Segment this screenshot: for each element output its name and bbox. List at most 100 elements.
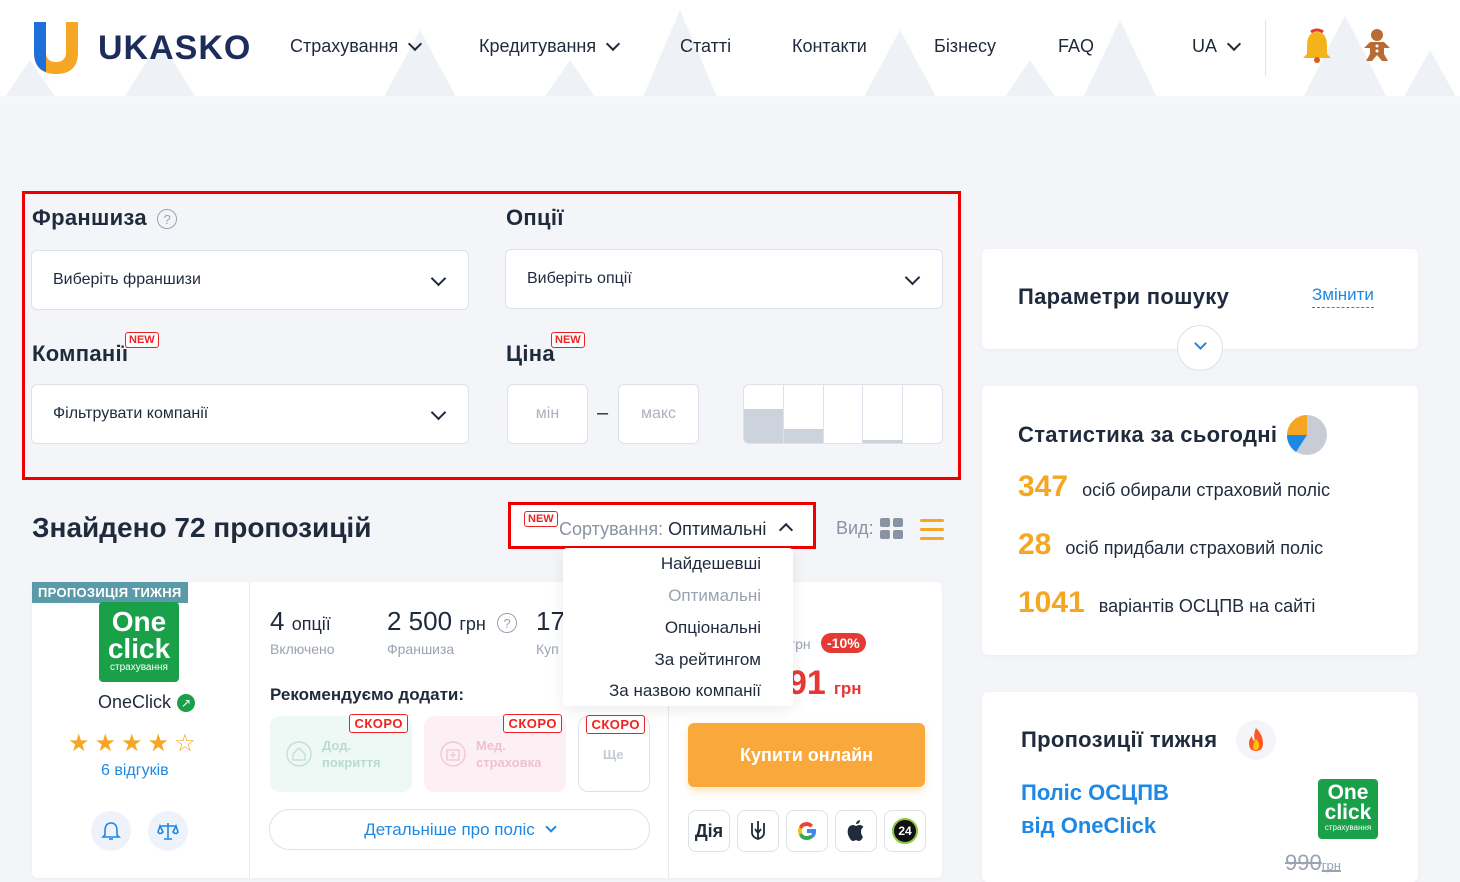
- privat24-icon: 24: [892, 818, 918, 844]
- companies-label: Компанії: [32, 341, 129, 366]
- sort-prefix: Сортування:: [559, 519, 664, 539]
- week-offer-link[interactable]: Поліс ОСЦПВ від OneClick: [1021, 776, 1169, 842]
- addon-extra-coverage[interactable]: Дод. покриття СКОРО: [270, 714, 412, 792]
- soon-badge: СКОРО: [503, 714, 562, 733]
- price-label: Ціна: [506, 341, 555, 366]
- nav-credit[interactable]: Кредитування: [479, 36, 621, 57]
- histogram-bar: [744, 385, 784, 443]
- nav-faq[interactable]: FAQ: [1058, 36, 1094, 57]
- addon-more[interactable]: Ще СКОРО: [578, 715, 650, 792]
- chevron-down-icon: [606, 36, 621, 51]
- franchise-label-text: Франшиза: [32, 205, 147, 230]
- week-offer-line2: від OneClick: [1021, 813, 1157, 838]
- external-link-icon: ↗: [177, 693, 196, 712]
- nav-insurance[interactable]: Страхування: [290, 36, 423, 57]
- stat-text: варіантів ОСЦПВ на сайті: [1098, 596, 1316, 616]
- privat24-pay-icon[interactable]: 24: [884, 810, 926, 852]
- google-pay-icon[interactable]: [786, 810, 828, 852]
- view-switcher: Вид:: [836, 518, 903, 539]
- chevron-down-icon: [904, 269, 921, 286]
- sort-option-rating[interactable]: За рейтингом: [655, 650, 762, 670]
- scales-icon: [157, 823, 179, 840]
- nav-articles[interactable]: Статті: [680, 36, 731, 57]
- price-unit: грн: [833, 679, 862, 698]
- nav-business[interactable]: Бізнесу: [934, 36, 996, 57]
- stat-row: 28 осіб придбали страховий поліс: [1018, 528, 1323, 562]
- logo-line3: страхування: [1324, 823, 1372, 832]
- metric-franchise: 2 500 грн ? Франшиза: [387, 606, 518, 657]
- sort-option-optimal[interactable]: Оптимальні: [668, 586, 761, 606]
- help-icon[interactable]: ?: [157, 209, 178, 230]
- chevron-down-icon: [1226, 36, 1242, 51]
- sort-option-optional[interactable]: Опціональні: [665, 618, 761, 638]
- price-min-input[interactable]: мін: [507, 384, 588, 444]
- stat-text: осіб придбали страховий поліс: [1065, 538, 1324, 558]
- logo-line1: One: [111, 606, 167, 637]
- sort-value: Оптимальні: [668, 519, 767, 539]
- franchise-value: 2 500: [387, 606, 453, 636]
- change-params-link[interactable]: Змінити: [1312, 285, 1374, 308]
- stat-row: 1041 варіантів ОСЦПВ на сайті: [1018, 586, 1315, 620]
- grid-view-icon[interactable]: [879, 518, 903, 539]
- new-badge: NEW: [125, 332, 159, 348]
- price-histogram[interactable]: [743, 384, 943, 444]
- insurer-logo: One click страхування: [99, 602, 179, 682]
- bell-icon[interactable]: [1301, 28, 1333, 64]
- insurer-name-link[interactable]: OneClick ↗: [98, 692, 196, 713]
- third-value: 17: [536, 606, 565, 636]
- trident-pay-icon[interactable]: [737, 810, 779, 852]
- rating-stars: ★★★★☆: [68, 730, 201, 757]
- view-label: Вид:: [836, 518, 874, 538]
- search-params-title: Параметри пошуку: [1018, 284, 1230, 309]
- reviews-link[interactable]: 6 відгуків: [101, 762, 169, 780]
- week-offer-badge: ПРОПОЗИЦІЯ ТИЖНЯ: [32, 582, 188, 603]
- pie-chart-icon: [1286, 415, 1327, 455]
- help-icon[interactable]: ?: [497, 613, 518, 634]
- companies-select[interactable]: Фільтрувати компанії: [31, 384, 469, 444]
- price-max-input[interactable]: макс: [618, 384, 699, 444]
- chevron-down-icon: [408, 36, 423, 51]
- price-range-dash: –: [597, 402, 609, 424]
- logo-text: UKASKO: [98, 28, 252, 67]
- notify-button[interactable]: [91, 811, 131, 851]
- gingerbread-icon[interactable]: [1362, 28, 1392, 62]
- histogram-bar: [783, 385, 824, 443]
- expand-params-button[interactable]: [1177, 325, 1223, 371]
- week-old-price: 990грн: [1285, 850, 1341, 876]
- options-label: Опції: [506, 205, 564, 230]
- nav-credit-label: Кредитування: [479, 36, 597, 56]
- offer-price: 91 грн: [788, 664, 862, 703]
- sort-option-cheapest[interactable]: Найдешевші: [661, 554, 761, 574]
- diia-pay-icon[interactable]: Дія: [688, 810, 730, 852]
- nav-contacts[interactable]: Контакти: [792, 36, 867, 57]
- logo-line2: click: [1324, 801, 1372, 824]
- options-select[interactable]: Виберіть опції: [505, 249, 943, 309]
- week-old-price-unit: грн: [1321, 858, 1341, 873]
- chevron-down-icon: [1194, 337, 1207, 350]
- list-view-icon[interactable]: [920, 517, 944, 541]
- franchise-select-value: Виберіть франшизи: [53, 271, 201, 288]
- site-logo[interactable]: UKASKO: [28, 18, 251, 78]
- price-value: 91: [788, 664, 826, 702]
- chevron-down-icon: [430, 270, 447, 287]
- options-value: 4: [270, 606, 285, 636]
- new-badge: NEW: [551, 332, 585, 348]
- discount-badge: -10%: [821, 633, 866, 653]
- addon-medical[interactable]: Мед. страховка СКОРО: [424, 714, 566, 792]
- compare-button[interactable]: [148, 811, 188, 851]
- recommend-title: Рекомендуємо додати:: [270, 685, 465, 704]
- logo-line1: One: [1327, 781, 1369, 804]
- companies-select-value: Фільтрувати компанії: [53, 405, 209, 422]
- stat-value: 1041: [1018, 586, 1085, 619]
- franchise-select[interactable]: Виберіть франшизи: [31, 250, 469, 310]
- logo-line2: click: [107, 633, 171, 664]
- apple-pay-icon[interactable]: [835, 810, 877, 852]
- third-key: Куп: [536, 641, 559, 657]
- logo-u-icon: [34, 22, 78, 74]
- options-unit: опції: [291, 614, 331, 634]
- stats-title: Статистика за сьогодні: [1018, 422, 1278, 447]
- policy-details-button[interactable]: Детальніше про поліс: [269, 809, 650, 850]
- buy-online-button[interactable]: Купити онлайн: [688, 723, 925, 787]
- language-switcher[interactable]: UA: [1192, 36, 1242, 57]
- sort-option-company-name[interactable]: За назвою компанії: [609, 681, 761, 701]
